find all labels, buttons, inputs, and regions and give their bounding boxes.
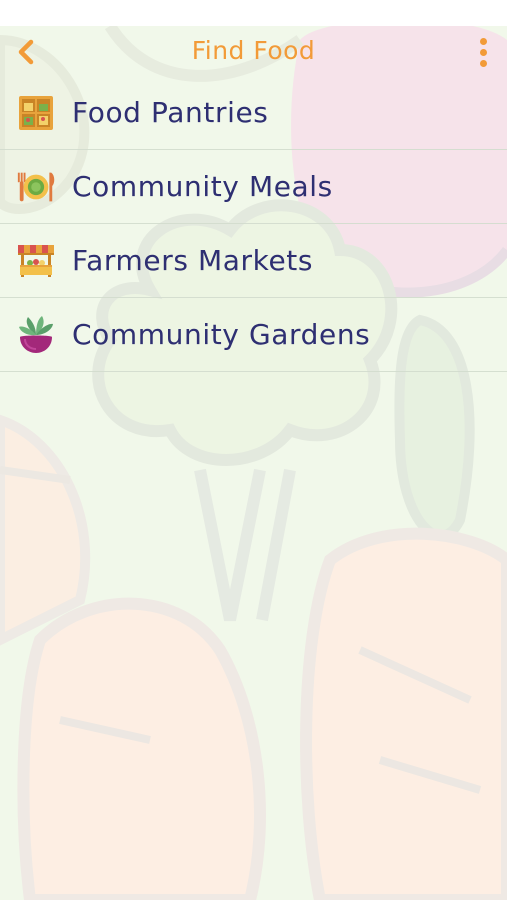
- menu-item-label: Food Pantries: [72, 96, 269, 129]
- menu-item-food-pantries[interactable]: Food Pantries: [0, 76, 507, 150]
- menu-item-label: Community Meals: [72, 170, 333, 203]
- more-vertical-icon: [479, 37, 487, 45]
- menu-item-label: Farmers Markets: [72, 244, 314, 277]
- beet-icon: [15, 314, 57, 356]
- top-app-bar: Find Food: [0, 26, 507, 76]
- menu-item-farmers-markets[interactable]: Farmers Markets: [0, 224, 507, 298]
- find-food-menu: Food Pantries Community Meals Farmers Ma…: [0, 76, 507, 372]
- plate-utensils-icon: [15, 166, 57, 208]
- more-dot: [479, 59, 487, 67]
- more-options-button[interactable]: [469, 36, 497, 68]
- more-dot: [479, 48, 487, 56]
- menu-item-community-gardens[interactable]: Community Gardens: [0, 298, 507, 372]
- menu-item-community-meals[interactable]: Community Meals: [0, 150, 507, 224]
- menu-item-label: Community Gardens: [72, 318, 371, 351]
- market-stall-icon: [15, 240, 57, 282]
- page-title: Find Food: [191, 36, 316, 65]
- status-bar: [0, 0, 507, 26]
- pantry-shelves-icon: [15, 92, 57, 134]
